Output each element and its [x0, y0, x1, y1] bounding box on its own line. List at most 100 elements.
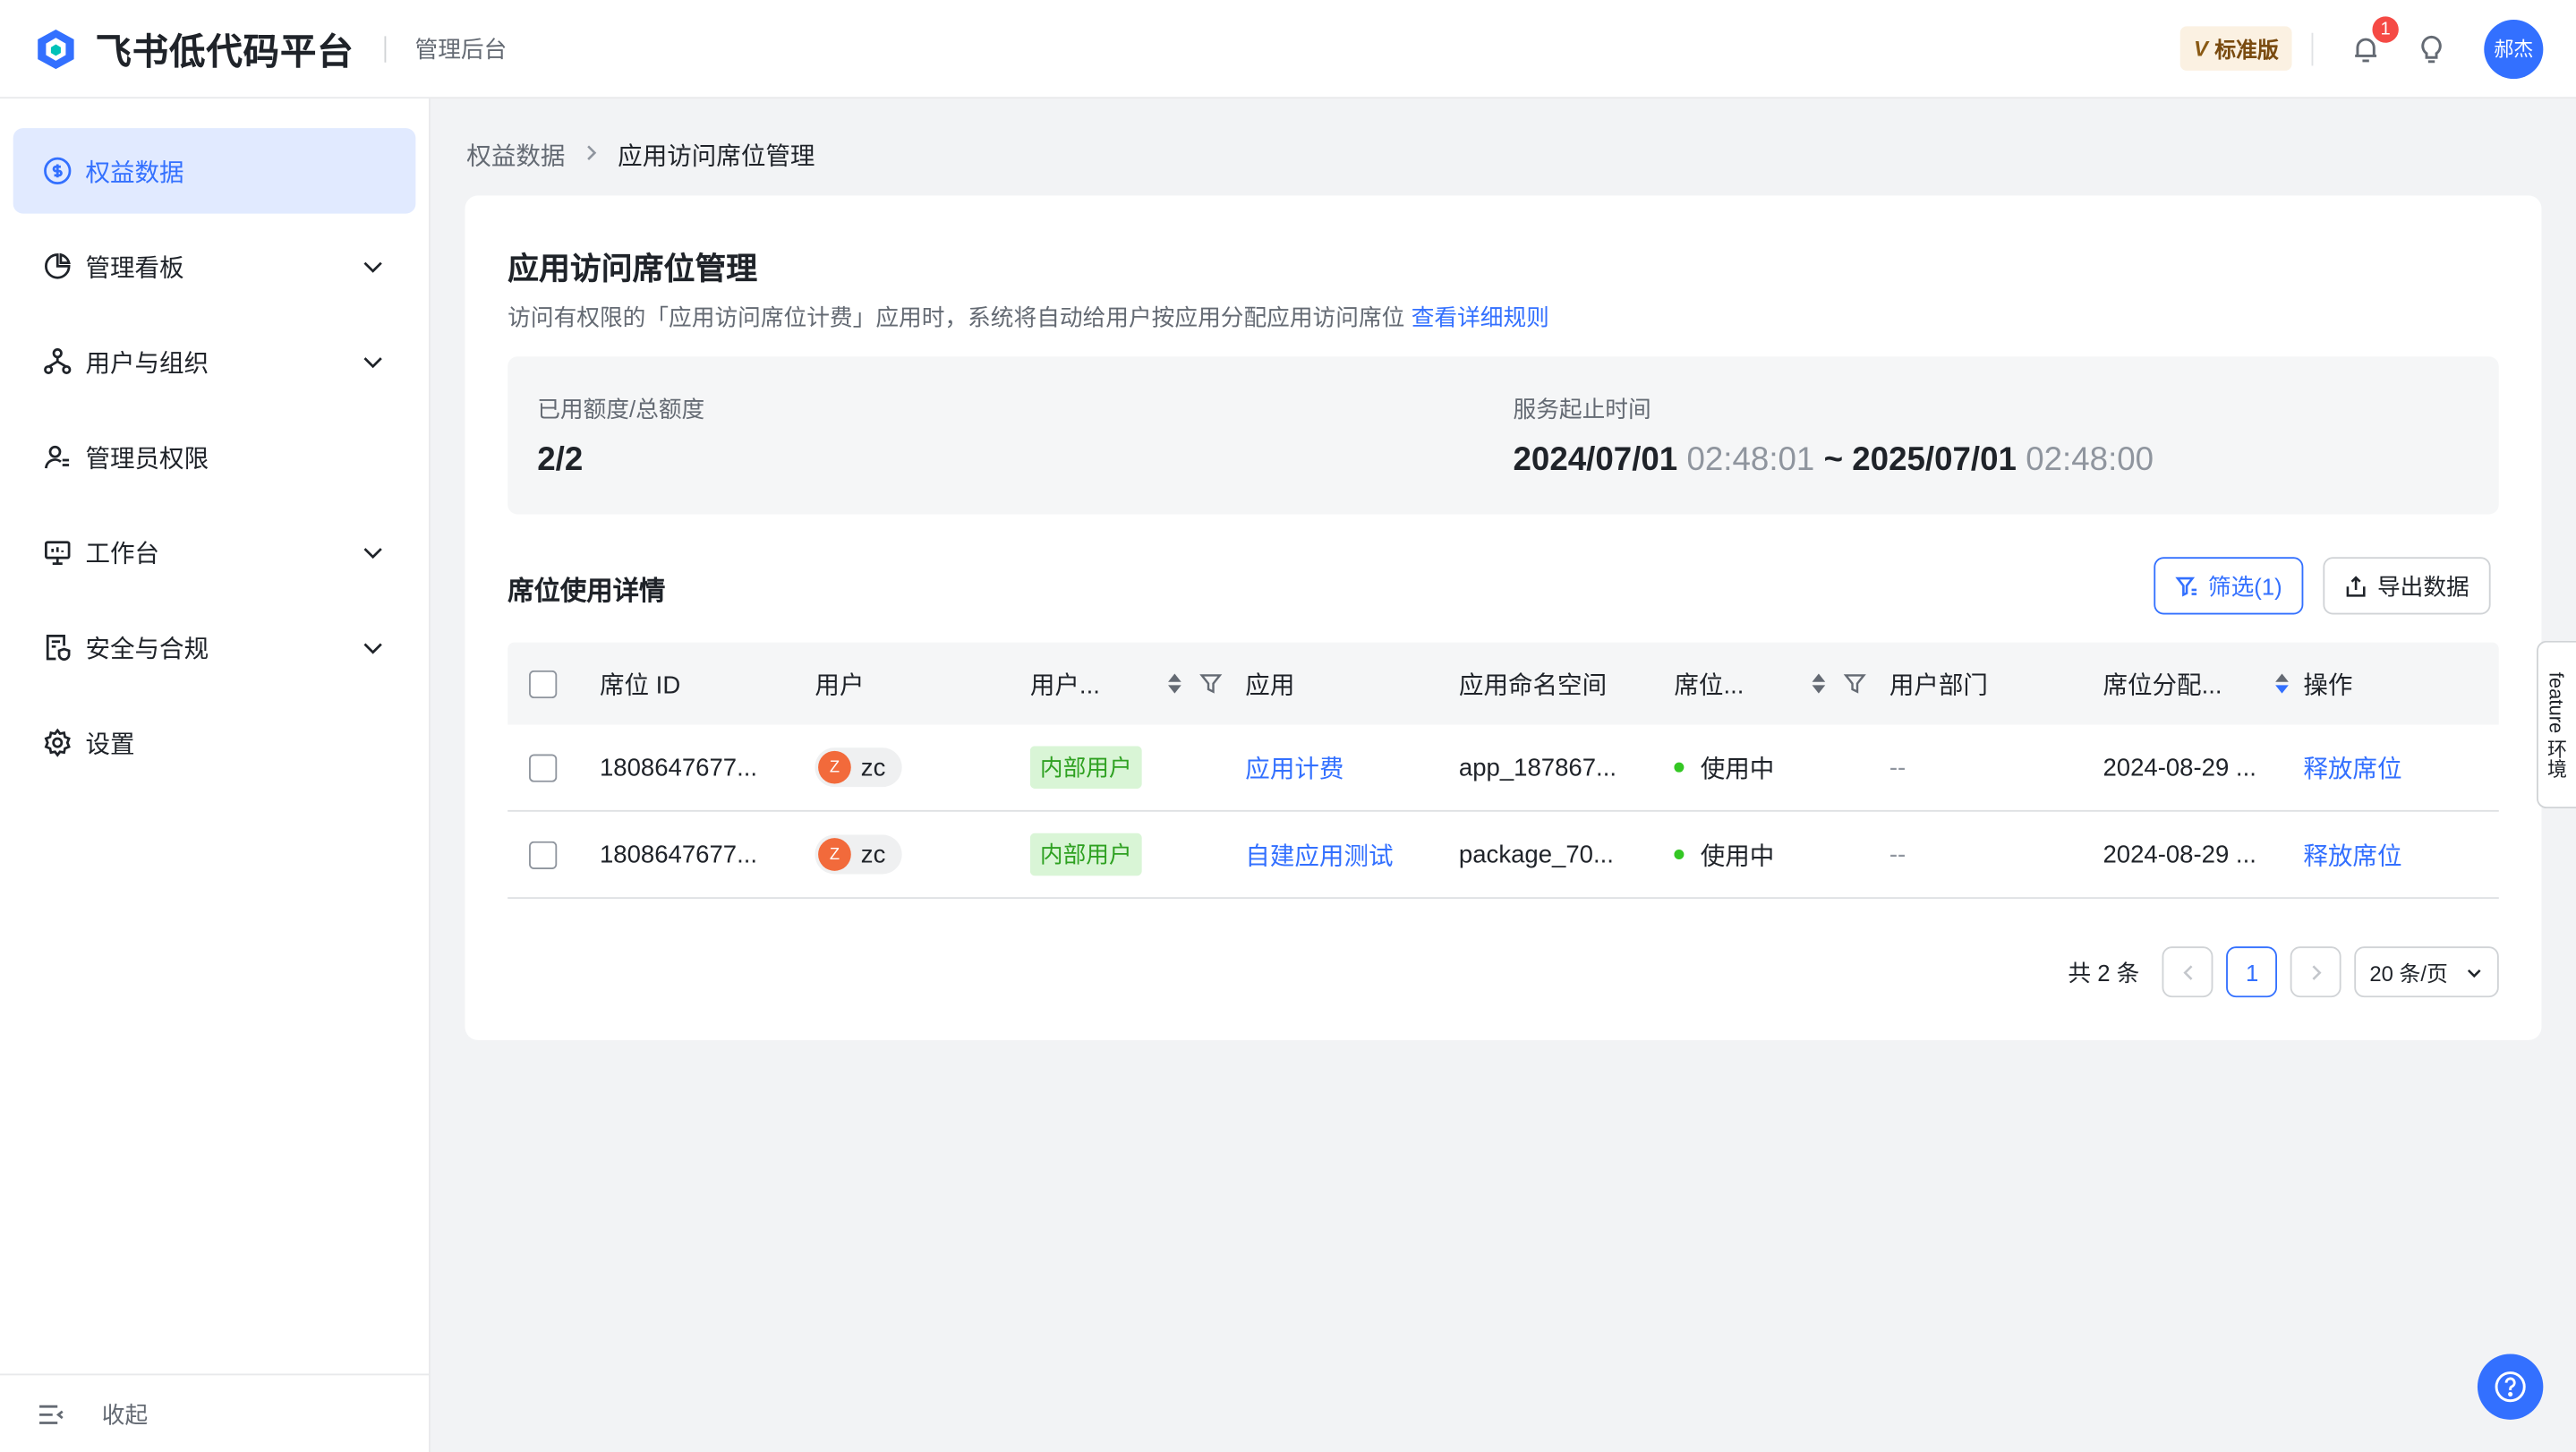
description-text: 访问有权限的「应用访问席位计费」应用时，系统将自动给用户按应用分配应用访问席位	[508, 303, 1405, 330]
app-cell: 自建应用测试	[1245, 837, 1459, 872]
security-doc-icon	[43, 633, 73, 662]
status-text: 使用中	[1700, 755, 1775, 783]
table-header: 席位 ID 用户 用户... 应用 应用命名空间 席位... 用户部门 席位分配…	[508, 642, 2499, 725]
col-user: 用户	[815, 670, 865, 700]
column-filter-icon[interactable]	[1199, 672, 1223, 696]
quota-block: 已用额度/总额度 2/2	[537, 393, 704, 480]
sidebar-item-label: 管理员权限	[85, 444, 209, 473]
row-checkbox[interactable]	[529, 840, 558, 869]
app-link[interactable]: 自建应用测试	[1245, 837, 1393, 872]
top-header: 飞书低代码平台 管理后台 V 标准版 1 郝杰	[0, 0, 2576, 99]
actions-cell: 释放席位	[2303, 837, 2498, 872]
end-date: 2025/07/01	[1852, 441, 2017, 479]
sidebar-item-users-org[interactable]: 用户与组织	[13, 319, 416, 404]
page-number-button[interactable]: 1	[2226, 946, 2278, 998]
notification-button[interactable]: 1	[2346, 15, 2399, 68]
user-mini-avatar: Z	[818, 838, 851, 871]
sidebar-item-dashboard[interactable]: 管理看板	[13, 224, 416, 309]
export-icon	[2346, 575, 2366, 596]
sidebar-item-admin-permissions[interactable]: 管理员权限	[13, 414, 416, 500]
prev-page-button[interactable]	[2162, 946, 2213, 998]
user-mini-avatar: Z	[818, 750, 851, 784]
filter-icon	[2175, 576, 2197, 596]
header-subtitle: 管理后台	[414, 35, 508, 62]
tips-button[interactable]	[2412, 29, 2452, 68]
feishu-logo-icon	[38, 29, 74, 69]
sidebar-item-workbench[interactable]: 工作台	[13, 509, 416, 594]
plan-v-icon: V	[2193, 36, 2208, 61]
status-text: 使用中	[1700, 841, 1775, 870]
chevron-left-icon	[2183, 964, 2193, 979]
actions-cell: 释放席位	[2303, 750, 2498, 785]
end-time: 02:48:00	[2026, 441, 2154, 479]
feature-env-tab[interactable]: feature 环境	[2537, 640, 2576, 809]
status-cell: 使用中	[1674, 750, 1889, 785]
sidebar-item-label: 管理看板	[85, 253, 184, 282]
seat-id-cell: 1808647677...	[599, 753, 758, 782]
next-page-button[interactable]	[2290, 946, 2342, 998]
filter-button[interactable]: 筛选(1)	[2154, 557, 2304, 615]
assigned-time-cell: 2024-08-29 ...	[2103, 840, 2256, 869]
chevron-right-icon	[582, 141, 601, 169]
feature-env-label: feature 环境	[2545, 671, 2568, 778]
export-button-label: 导出数据	[2376, 572, 2469, 600]
sort-icon[interactable]	[1811, 672, 1827, 696]
collapse-sidebar-button[interactable]: 收起	[0, 1373, 430, 1452]
sidebar: 权益数据 管理看板 用户与组织 管理员权限 工作台 安全与合规 设置 收起	[0, 98, 431, 1452]
main-content: 权益数据 应用访问席位管理 应用访问席位管理 访问有权限的「应用访问席位计费」应…	[431, 98, 2576, 1452]
service-period-block: 服务起止时间 2024/07/01 02:48:01 ~ 2025/07/01 …	[1513, 393, 2154, 480]
status-cell: 使用中	[1674, 837, 1889, 872]
user-avatar[interactable]: 郝杰	[2484, 19, 2544, 79]
sort-desc-icon[interactable]	[2273, 672, 2290, 696]
release-seat-button[interactable]: 释放席位	[2303, 750, 2401, 785]
user-type-tag: 内部用户	[1029, 746, 1142, 790]
export-button[interactable]: 导出数据	[2323, 557, 2491, 615]
range-separator: ~	[1823, 441, 1844, 479]
release-seat-button[interactable]: 释放席位	[2303, 837, 2401, 872]
user-type-tag: 内部用户	[1029, 833, 1142, 876]
col-seat-status-label: 席位...	[1674, 670, 1744, 700]
page-size-select[interactable]: 20 条/页	[2354, 946, 2499, 998]
user-name: zc	[860, 840, 886, 869]
seat-management-card: 应用访问席位管理 访问有权限的「应用访问席位计费」应用时，系统将自动给用户按应用…	[465, 195, 2542, 1040]
collapse-label: 收起	[101, 1400, 149, 1428]
notification-count-badge: 1	[2372, 15, 2399, 42]
seat-id-cell: 1808647677...	[599, 840, 758, 869]
gear-icon	[43, 728, 73, 757]
col-assigned-time-label: 席位分配...	[2103, 670, 2222, 700]
start-date: 2024/07/01	[1513, 441, 1678, 479]
pie-chart-icon	[43, 252, 73, 281]
view-rules-link[interactable]: 查看详细规则	[1412, 304, 1549, 330]
admin-user-icon	[43, 442, 73, 472]
pagination-total: 共 2 条	[2068, 959, 2140, 986]
user-chip[interactable]: Z zc	[815, 834, 902, 875]
sort-icon[interactable]	[1166, 672, 1182, 696]
col-actions: 操作	[2303, 670, 2353, 700]
app-link[interactable]: 应用计费	[1245, 750, 1343, 785]
sidebar-item-security-compliance[interactable]: 安全与合规	[13, 604, 416, 689]
user-type-cell: 内部用户	[1029, 746, 1245, 790]
user-chip[interactable]: Z zc	[815, 747, 902, 788]
sidebar-item-settings[interactable]: 设置	[13, 700, 416, 785]
chevron-down-icon	[363, 357, 382, 369]
sidebar-item-rights-data[interactable]: 权益数据	[13, 128, 416, 214]
header-separator	[2311, 31, 2314, 65]
row-checkbox[interactable]	[529, 753, 558, 782]
namespace-cell: package_70...	[1458, 840, 1614, 869]
select-all-checkbox[interactable]	[529, 669, 558, 698]
sidebar-item-label: 用户与组织	[85, 349, 209, 378]
filter-button-label: 筛选(1)	[2207, 572, 2282, 600]
user-cell: Z zc	[815, 747, 1029, 788]
seat-table: 席位 ID 用户 用户... 应用 应用命名空间 席位... 用户部门 席位分配…	[508, 642, 2499, 900]
breadcrumb-parent[interactable]: 权益数据	[466, 138, 565, 173]
help-button[interactable]	[2477, 1354, 2544, 1420]
column-filter-icon[interactable]	[1843, 672, 1866, 696]
plan-badge[interactable]: V 标准版	[2180, 26, 2292, 71]
col-app: 应用	[1245, 670, 1295, 700]
service-period-label: 服务起止时间	[1513, 396, 1651, 423]
monitor-icon	[43, 537, 73, 567]
sidebar-item-label: 权益数据	[85, 158, 184, 187]
sidebar-item-label: 安全与合规	[85, 635, 209, 663]
breadcrumb-current: 应用访问席位管理	[618, 142, 815, 171]
section-title: 席位使用详情	[508, 578, 666, 607]
